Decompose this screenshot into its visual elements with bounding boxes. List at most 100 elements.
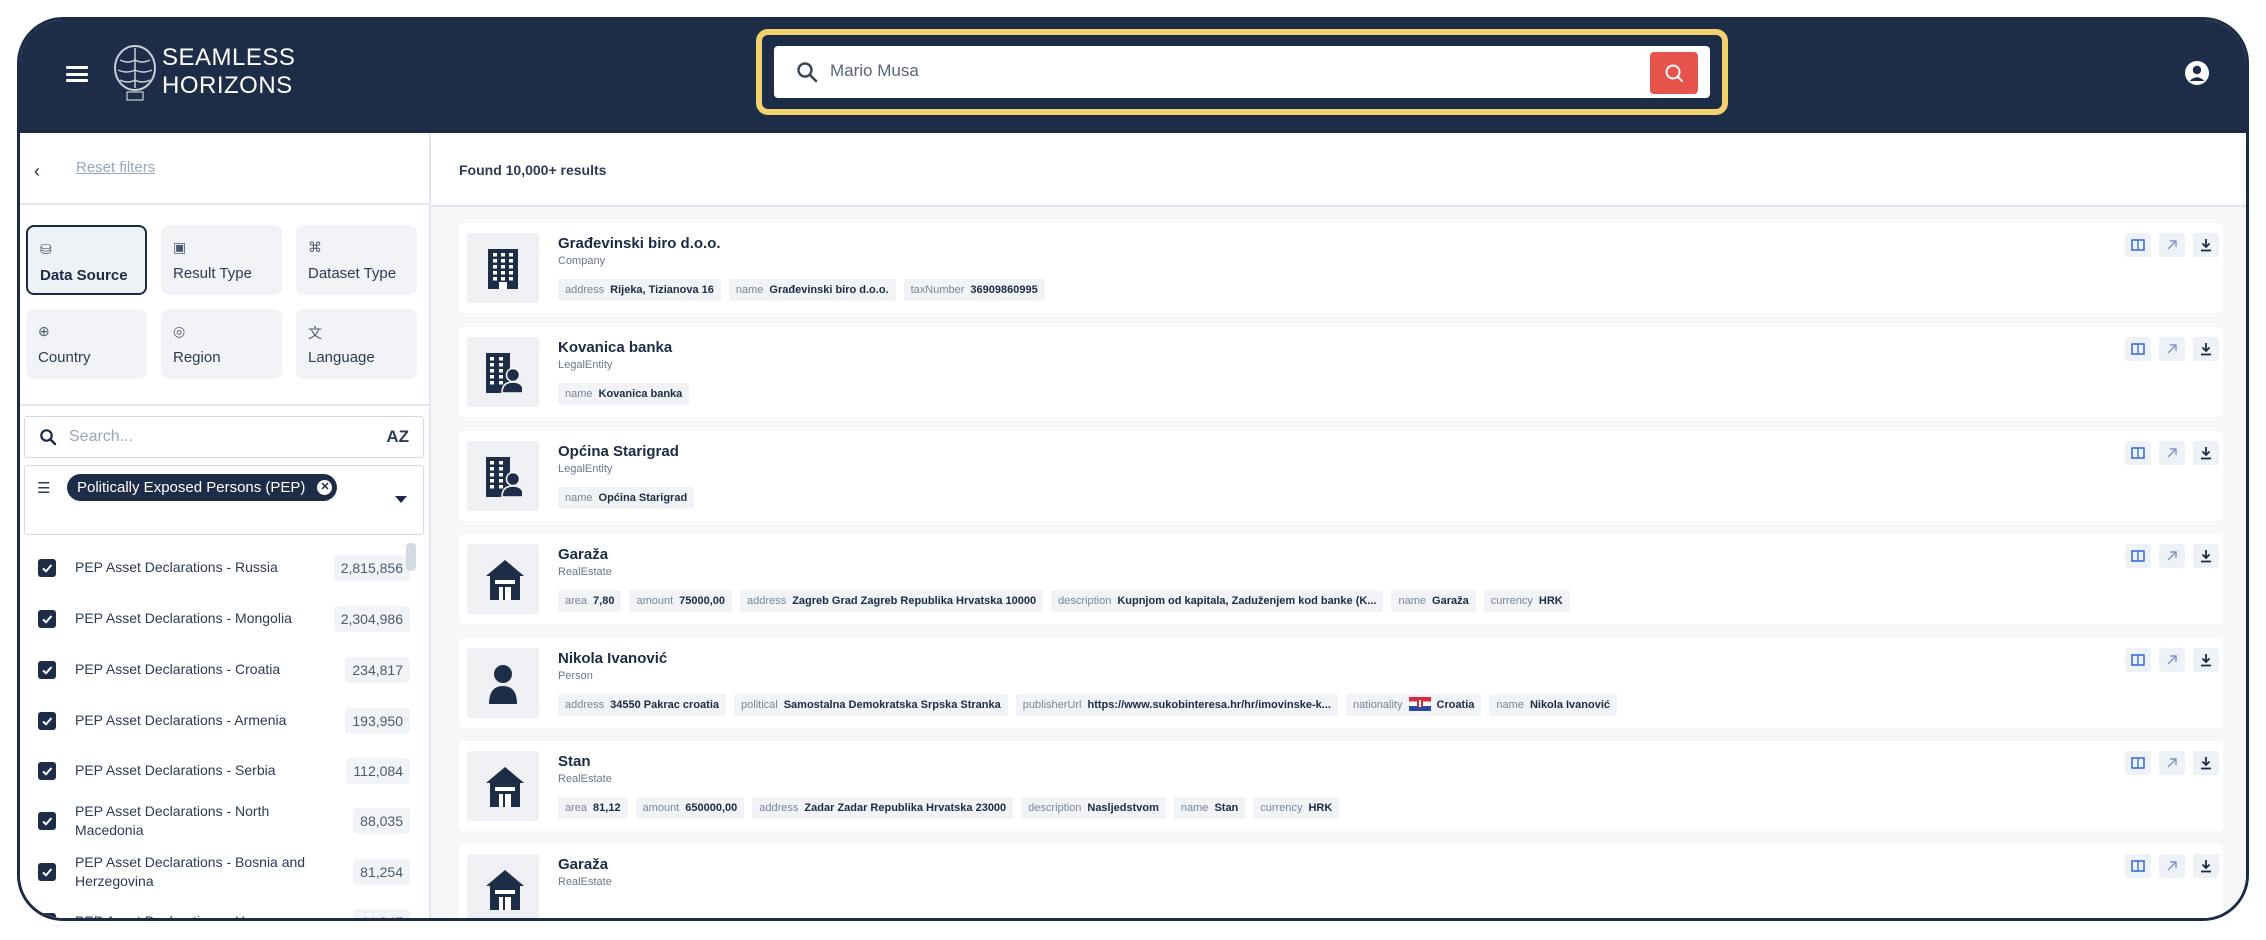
open-details-button[interactable] <box>2125 648 2151 672</box>
data-source-item[interactable]: PEP Asset Declarations - Croatia 234,817 <box>20 645 410 695</box>
result-card[interactable]: Nikola Ivanović Person address 34550 Pakrac… <box>459 638 2223 728</box>
facet-label: Data Source <box>40 267 128 284</box>
result-type: RealEstate <box>558 876 612 888</box>
filter-search-input[interactable]: Search... <box>69 428 133 446</box>
result-title[interactable]: Nikola Ivanović <box>558 650 667 667</box>
checkbox-checked[interactable] <box>38 661 56 679</box>
data-source-item[interactable]: PEP Asset Declarations - Bosnia and Herz… <box>20 847 410 897</box>
open-details-button[interactable] <box>2125 441 2151 465</box>
property-key: description <box>1058 595 1112 607</box>
facet-label: Language <box>308 349 375 366</box>
checkbox-checked[interactable] <box>38 559 56 577</box>
global-search-bar[interactable]: Mario Musa <box>774 46 1710 98</box>
facet-dataset-type[interactable]: ⌘ Dataset Type <box>296 225 417 295</box>
download-button[interactable] <box>2193 337 2219 361</box>
facet-country[interactable]: ⊕ Country <box>26 309 147 379</box>
result-card[interactable]: Građevinski biro d.o.o. Company address Rij… <box>459 223 2223 313</box>
data-source-item[interactable]: PEP Asset Declarations - Serbia 112,084 <box>20 746 410 796</box>
filter-search-field[interactable]: Search... AZ <box>24 416 424 458</box>
search-input[interactable]: Mario Musa <box>830 61 919 81</box>
book-icon <box>2131 550 2145 562</box>
result-card[interactable]: Stan RealEstate area 81,12 amount 650000,00 ad… <box>459 741 2223 831</box>
open-external-button[interactable] <box>2159 441 2185 465</box>
download-icon <box>2201 343 2211 356</box>
result-card[interactable]: Kovanica banka LegalEntity name Kovanica ba… <box>459 327 2223 417</box>
open-details-button[interactable] <box>2125 751 2151 775</box>
search-button[interactable] <box>1650 52 1698 94</box>
list-scrollbar[interactable] <box>406 543 416 571</box>
data-source-item[interactable]: PEP Asset Declarations - Armenia 193,950 <box>20 696 410 746</box>
data-source-item[interactable]: PEP Asset Declarations - Mongolia 2,304,9… <box>20 594 410 644</box>
check-icon <box>42 564 53 573</box>
result-card[interactable]: Općina Starigrad LegalEntity name Općina St… <box>459 431 2223 521</box>
property-tag: name Općina Starigrad <box>558 487 695 509</box>
arrow-up-right-icon <box>2167 448 2177 458</box>
result-title[interactable]: Kovanica banka <box>558 339 672 356</box>
open-external-button[interactable] <box>2159 648 2185 672</box>
result-title[interactable]: Građevinski biro d.o.o. <box>558 235 721 252</box>
checkbox-checked[interactable] <box>38 762 56 780</box>
region-icon: ◎ <box>173 323 186 339</box>
result-title[interactable]: Stan <box>558 753 591 770</box>
property-key: amount <box>636 595 674 607</box>
check-icon <box>42 717 53 726</box>
checkbox-checked[interactable] <box>38 863 56 881</box>
result-type: LegalEntity <box>558 359 613 371</box>
property-tag: description Nasljedstvom <box>1021 797 1166 819</box>
download-button[interactable] <box>2193 441 2219 465</box>
property-key: address <box>747 595 787 607</box>
property-value: Samostalna Demokratska Srpska Stranka <box>783 699 1001 711</box>
arrow-up-right-icon <box>2167 758 2177 768</box>
arrow-up-right-icon <box>2167 655 2177 665</box>
sort-az-button[interactable]: AZ <box>386 427 409 447</box>
reset-filters-link[interactable]: Reset filters <box>76 159 155 176</box>
download-button[interactable] <box>2193 751 2219 775</box>
open-details-button[interactable] <box>2125 233 2151 257</box>
result-title[interactable]: Općina Starigrad <box>558 443 679 460</box>
data-source-item[interactable]: PEP Asset Declarations - North Macedonia… <box>20 796 410 846</box>
property-value: Nikola Ivanović <box>1529 699 1611 711</box>
open-details-button[interactable] <box>2125 854 2151 878</box>
result-title[interactable]: Garaža <box>558 856 608 873</box>
open-details-button[interactable] <box>2125 337 2151 361</box>
open-external-button[interactable] <box>2159 854 2185 878</box>
result-actions <box>2117 751 2219 775</box>
hamburger-menu-icon[interactable] <box>66 66 88 82</box>
open-details-button[interactable] <box>2125 544 2151 568</box>
active-filter-chip[interactable]: Politically Exposed Persons (PEP) ✕ <box>67 474 338 501</box>
property-key: nationality <box>1352 699 1403 711</box>
result-title[interactable]: Garaža <box>558 546 608 563</box>
download-button[interactable] <box>2193 854 2219 878</box>
chip-remove-icon[interactable]: ✕ <box>317 480 333 495</box>
chevron-left-icon[interactable]: ‹ <box>34 161 40 182</box>
open-external-button[interactable] <box>2159 751 2185 775</box>
result-card[interactable]: Garaža RealEstate area 7,80 amount 75000,00 ad… <box>459 534 2223 624</box>
result-card[interactable]: Garaža RealEstate <box>459 844 2223 918</box>
checkbox-checked[interactable] <box>38 712 56 730</box>
property-list: area 81,12 amount 650000,00 address Zadar Zad… <box>558 797 1347 819</box>
checkbox-checked[interactable] <box>38 610 56 628</box>
data-source-item[interactable]: PEP Asset Declarations - Hungary 44,345 <box>20 897 410 918</box>
property-list: area 7,80 amount 75000,00 address Zagreb Grad… <box>558 590 1578 612</box>
checkbox-checked[interactable] <box>38 913 56 918</box>
data-source-item[interactable]: PEP Asset Declarations - Russia 2,815,856 <box>20 543 410 593</box>
open-external-button[interactable] <box>2159 233 2185 257</box>
active-filter-select[interactable]: ☰ Politically Exposed Persons (PEP) ✕ <box>24 465 424 535</box>
download-button[interactable] <box>2193 233 2219 257</box>
facet-language[interactable]: 文 Language <box>296 309 417 379</box>
download-button[interactable] <box>2193 648 2219 672</box>
download-button[interactable] <box>2193 544 2219 568</box>
facet-result-type[interactable]: ▣ Result Type <box>161 225 282 295</box>
chevron-down-icon[interactable] <box>395 496 407 503</box>
open-external-button[interactable] <box>2159 337 2185 361</box>
data-source-count: 234,817 <box>345 657 410 683</box>
property-value: Zadar Zadar Republika Hrvatska 23000 <box>804 802 1007 814</box>
facet-data-source[interactable]: ⛁ Data Source <box>26 225 147 295</box>
book-icon <box>2131 757 2145 769</box>
checkbox-checked[interactable] <box>38 812 56 830</box>
brain-logo-icon[interactable] <box>112 42 158 102</box>
download-icon <box>2201 550 2211 563</box>
user-account-icon[interactable] <box>2184 60 2210 86</box>
facet-region[interactable]: ◎ Region <box>161 309 282 379</box>
open-external-button[interactable] <box>2159 544 2185 568</box>
